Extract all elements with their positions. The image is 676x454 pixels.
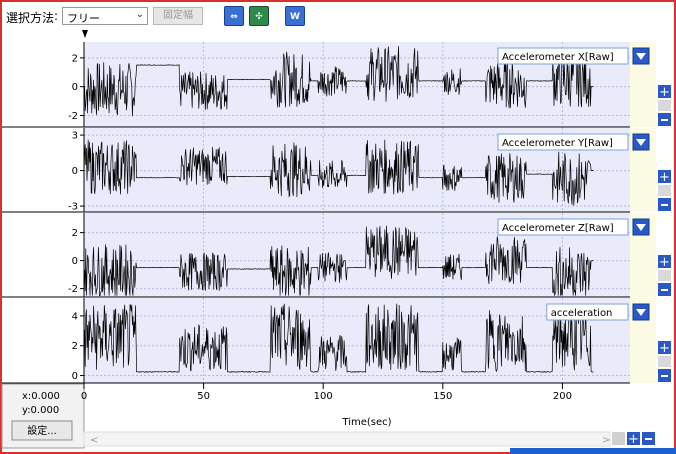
split-handle[interactable] xyxy=(658,270,671,281)
series-legend-label: Accelerometer Z[Raw] xyxy=(502,223,614,234)
y-tick-label: 4 xyxy=(72,311,78,322)
plus-icon: + xyxy=(659,170,670,185)
split-handle[interactable] xyxy=(658,356,671,367)
y-tick-label: 0 xyxy=(72,371,78,382)
y-tick-label: 2 xyxy=(72,53,78,64)
horizontal-scrollbar[interactable] xyxy=(83,431,611,447)
x-split-handle[interactable] xyxy=(612,432,625,445)
series-legend-label: Accelerometer Y[Raw] xyxy=(502,138,613,149)
plus-icon: + xyxy=(659,341,670,356)
plus-icon: + xyxy=(659,85,670,100)
x-tick-label: 150 xyxy=(433,391,452,402)
x-tick-label: 50 xyxy=(197,391,210,402)
y-tick-label: -2 xyxy=(68,284,78,295)
minus-icon xyxy=(661,289,668,291)
split-handle[interactable] xyxy=(658,185,671,196)
x-tick-label: 100 xyxy=(314,391,333,402)
x-axis-title: Time(sec) xyxy=(341,417,391,428)
y-tick-label: -3 xyxy=(68,202,78,213)
series-legend-label: acceleration xyxy=(551,308,613,319)
series-legend-label: Accelerometer X[Raw] xyxy=(502,52,614,63)
plus-icon: + xyxy=(628,432,639,447)
y-tick-label: 2 xyxy=(72,228,78,239)
cursor-y-readout: y:0.000 xyxy=(22,405,59,416)
y-tick-label: 2 xyxy=(72,341,78,352)
y-tick-label: 0 xyxy=(72,166,78,177)
y-tick-label: -2 xyxy=(68,111,78,122)
minus-icon xyxy=(645,438,652,440)
scroll-right-icon: > xyxy=(602,435,610,446)
y-tick-label: 0 xyxy=(72,82,78,93)
settings-button-label: 設定... xyxy=(27,424,57,437)
cursor-x-readout: x:0.000 xyxy=(22,391,60,402)
minus-icon xyxy=(661,204,668,206)
scroll-left-icon: < xyxy=(90,435,98,446)
status-bar xyxy=(510,448,676,454)
minus-icon xyxy=(661,375,668,377)
y-tick-label: 3 xyxy=(72,131,78,142)
chart-area[interactable]: 2 0 -2 Accelerometer X[Raw] +3 0 -3 Acceleromet… xyxy=(0,0,676,454)
x-tick-label: 200 xyxy=(553,391,572,402)
y-tick-label: 0 xyxy=(72,256,78,267)
x-tick-label: 0 xyxy=(81,391,87,402)
plus-icon: + xyxy=(659,255,670,270)
minus-icon xyxy=(661,119,668,121)
split-handle[interactable] xyxy=(658,100,671,111)
